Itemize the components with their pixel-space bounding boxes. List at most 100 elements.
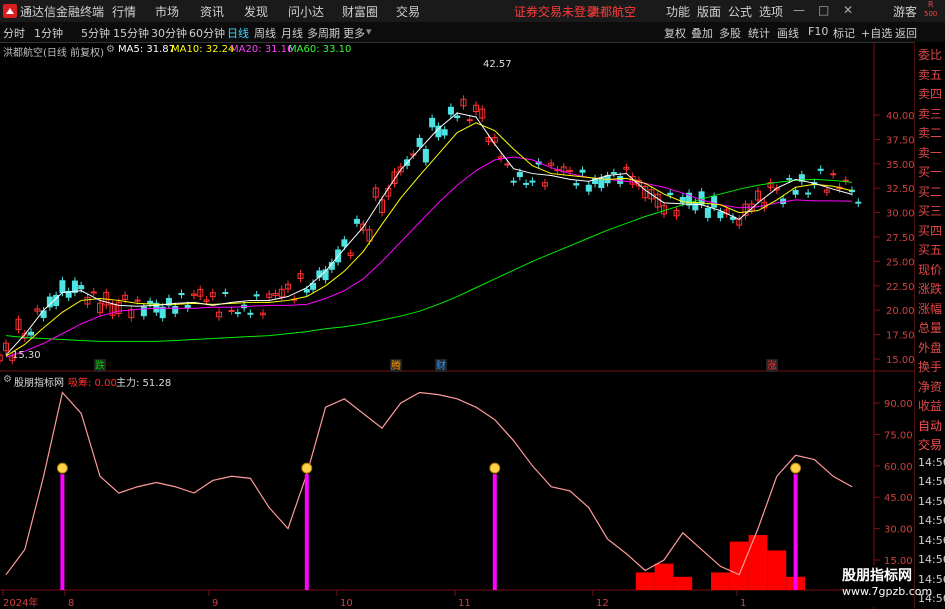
more-chevron-icon[interactable]: ▾ xyxy=(366,25,372,38)
btn-overlay[interactable]: 叠加 xyxy=(691,25,713,41)
watermark-cn: 股朋指标网 xyxy=(842,568,912,584)
quote-field-label: 卖四 xyxy=(918,87,943,101)
date-tick-label: 1 xyxy=(740,598,746,609)
high-annotation: 42.57 xyxy=(483,59,512,70)
btn-restore-right[interactable]: 复权 xyxy=(664,25,686,41)
auto-trade-label[interactable]: 交易 xyxy=(918,436,942,453)
event-marker-label[interactable]: 跌 xyxy=(95,359,105,372)
menu-formula[interactable]: 公式 xyxy=(728,3,752,20)
quote-field-label: 买四 xyxy=(918,223,943,238)
money-bag-icon xyxy=(56,462,68,474)
period-tab-active[interactable]: 日线 xyxy=(227,25,249,41)
period-tab[interactable]: 分时 xyxy=(3,25,25,41)
event-marker-label[interactable]: 腾 xyxy=(391,359,401,372)
candle-body xyxy=(78,285,85,290)
period-tab-more[interactable]: 更多 xyxy=(343,25,365,41)
tick-time-label: 14:56 xyxy=(918,514,945,527)
candle-body xyxy=(529,180,536,183)
period-tab[interactable]: 周线 xyxy=(254,25,276,41)
candle-body xyxy=(353,218,360,224)
indicator-main: 主力: 51.28 xyxy=(116,378,172,389)
menu-options[interactable]: 选项 xyxy=(759,3,783,20)
period-tab[interactable]: 多周期 xyxy=(307,25,340,41)
btn-multi-stock[interactable]: 多股 xyxy=(719,25,741,41)
kline-chart[interactable]: 40.00 37.50 35.00 32.50 30.00 27.50 25.00 22.50… xyxy=(0,42,914,609)
menu-ask[interactable]: 问小达 xyxy=(288,3,324,20)
menu-news[interactable]: 资讯 xyxy=(200,3,224,20)
candle-body xyxy=(253,294,260,297)
btn-back[interactable]: 返回 xyxy=(895,25,917,41)
stock-name-title: 洪都航空 xyxy=(588,5,637,19)
price-tick-label: 40.00 xyxy=(886,111,914,122)
money-bag-icon xyxy=(790,462,802,474)
period-tab[interactable]: 30分钟 xyxy=(151,25,187,41)
ma10-label: MA10: 32.24 xyxy=(171,44,235,55)
indicator-tick-label: 45.00 xyxy=(884,493,913,504)
candle-body xyxy=(228,309,235,312)
menu-layout[interactable]: 版面 xyxy=(697,3,721,20)
maximize-icon[interactable]: □ xyxy=(818,3,829,17)
period-tab[interactable]: 月线 xyxy=(281,25,303,41)
event-marker-label[interactable]: 财 xyxy=(436,359,446,372)
account-status[interactable]: 证券交易未登录 xyxy=(514,3,598,20)
candle-body xyxy=(247,312,254,315)
menu-wealth[interactable]: 财富圈 xyxy=(342,3,378,20)
date-tick-label: 9 xyxy=(212,598,218,609)
event-marker-label[interactable]: 涨 xyxy=(767,360,777,372)
period-tab[interactable]: 60分钟 xyxy=(189,25,225,41)
candle-body xyxy=(466,119,473,122)
guest-label[interactable]: 游客 xyxy=(893,3,917,20)
price-tick-label: 15.00 xyxy=(886,355,914,366)
candle-body xyxy=(178,292,185,296)
quote-field-label: 买二 xyxy=(918,184,943,199)
period-tab[interactable]: 1分钟 xyxy=(34,25,63,41)
candle-body xyxy=(610,172,617,175)
candle-body xyxy=(303,289,310,293)
menu-trade[interactable]: 交易 xyxy=(396,3,420,20)
indicator-tick-label: 90.00 xyxy=(884,399,913,410)
date-tick-label: 8 xyxy=(68,598,74,609)
candle-body xyxy=(805,192,812,195)
btn-f10[interactable]: F10 xyxy=(808,25,828,38)
signal-pillar xyxy=(492,474,497,590)
indicator-tick-label: 75.00 xyxy=(884,430,913,441)
quote-field-label: 卖二 xyxy=(918,126,943,140)
auto-trade-label[interactable]: 自动 xyxy=(918,417,942,434)
signal-pillar xyxy=(793,474,798,590)
chart-title: 洪都航空(日线 前复权) xyxy=(3,48,104,59)
candle-body xyxy=(504,163,511,166)
watermark: 股朋指标网 www.7gpzb.com xyxy=(842,565,932,607)
btn-draw[interactable]: 画线 xyxy=(777,25,799,41)
close-icon[interactable]: ✕ xyxy=(843,3,853,17)
candle-body xyxy=(447,106,454,115)
minimize-icon[interactable]: — xyxy=(793,3,805,17)
btn-statistics[interactable]: 统计 xyxy=(748,25,770,41)
price-tick-label: 30.00 xyxy=(886,209,914,220)
candle-body xyxy=(441,129,448,136)
menu-market[interactable]: 市场 xyxy=(155,3,179,20)
period-tab[interactable]: 15分钟 xyxy=(113,25,149,41)
quote-field-label: 卖五 xyxy=(918,67,943,82)
btn-mark[interactable]: 标记 xyxy=(833,25,855,41)
indicator-gear-icon[interactable]: ⚙ xyxy=(3,374,12,385)
app-logo-icon xyxy=(3,4,17,18)
tick-time-label: 14:56 xyxy=(918,475,945,488)
right-quote-panel: 委比 卖五 卖四 卖三 卖二 卖一 买一 买二 买三 买四 买五 现价 涨跌 涨幅 总量 外盘 换手 净资 收益 自动… xyxy=(914,42,945,609)
ma5-line xyxy=(5,112,853,356)
quote-field-label: 卖三 xyxy=(918,106,943,121)
signal-pillar xyxy=(304,474,309,590)
period-tab[interactable]: 5分钟 xyxy=(81,25,110,41)
btn-add-watchlist[interactable]: +自选 xyxy=(861,25,892,41)
candle-body xyxy=(234,312,241,315)
menu-discover[interactable]: 发现 xyxy=(244,3,268,20)
r-num: 500 xyxy=(924,10,938,18)
candle-body xyxy=(585,184,592,192)
candle-body xyxy=(855,201,862,204)
menu-quotes[interactable]: 行情 xyxy=(112,3,136,20)
candle-body xyxy=(159,306,166,319)
quote-field-label: 涨跌 xyxy=(918,282,943,296)
candle-body xyxy=(510,180,517,183)
money-bag-icon xyxy=(489,462,501,474)
menu-function[interactable]: 功能 xyxy=(666,3,690,20)
settings-gear-icon[interactable]: ⚙ xyxy=(106,44,115,55)
